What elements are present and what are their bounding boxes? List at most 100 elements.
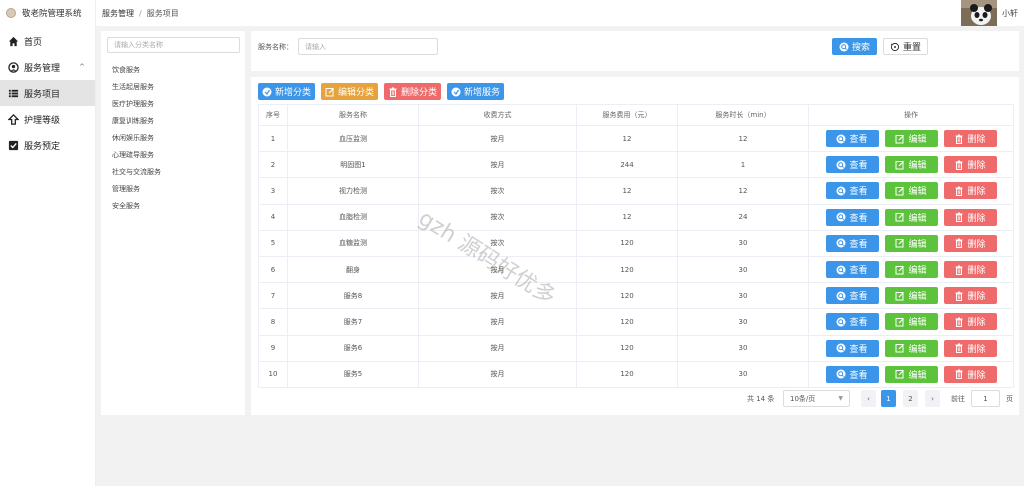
sidebar-item-care-level[interactable]: 护理等级 [0,106,95,132]
delete-button[interactable]: 删除 [943,339,997,357]
view-button[interactable]: 查看 [825,313,879,331]
delete-label: 删除 [967,213,986,224]
add-service-label: 新增服务 [464,88,501,98]
sidebar-item-service-booking[interactable]: 服务预定 [0,132,95,158]
goto-page-input[interactable] [971,390,1000,407]
category-item[interactable]: 心理疏导服务 [112,147,161,164]
view-button[interactable]: 查看 [825,287,879,305]
avatar[interactable] [961,0,997,26]
table-row: 9 服务6 按月 120 30 查看 编辑 删除 [258,334,1014,362]
trash-icon [954,238,964,249]
delete-button[interactable]: 删除 [943,313,997,331]
delete-button[interactable]: 删除 [943,156,997,174]
sidebar: 敬老院管理系统 首页 服务管理 ^ 服务项目 护理等级 服务预定 [0,0,96,486]
edit-button[interactable]: 编辑 [884,313,938,331]
top-bar: 服务管理 / 服务项目 [96,0,1024,26]
edit-button[interactable]: 编辑 [884,156,938,174]
cell-charge-method: 按月 [418,151,577,179]
view-button[interactable]: 查看 [825,130,879,148]
chevron-right-icon: › [931,394,934,403]
edit-button[interactable]: 编辑 [884,339,938,357]
delete-category-button[interactable]: 删除分类 [384,83,442,100]
delete-category-label: 删除分类 [401,88,438,98]
category-item[interactable]: 安全服务 [112,198,161,215]
sidebar-item-service-management[interactable]: 服务管理 ^ [0,54,95,80]
delete-button[interactable]: 删除 [943,130,997,148]
table-row: 1 血压监测 按月 12 12 查看 编辑 删除 [258,124,1014,153]
delete-button[interactable]: 删除 [943,287,997,305]
cell-fee: 12 [576,124,678,153]
add-category-button[interactable]: 新增分类 [258,83,316,100]
table-row: 2 明固图1 按月 244 1 查看 编辑 删除 [258,151,1014,179]
category-list: 饮食服务 生活起居服务 医疗护理服务 康复训练服务 休闲娱乐服务 心理疏导服务 … [112,62,161,215]
search-icon [836,291,846,301]
category-item[interactable]: 生活起居服务 [112,79,161,96]
category-item[interactable]: 管理服务 [112,181,161,198]
view-button[interactable]: 查看 [825,261,879,279]
edit-button[interactable]: 编辑 [884,365,938,383]
next-page-button[interactable]: › [925,390,940,407]
delete-label: 删除 [967,239,986,250]
arrow-up-icon [8,113,19,125]
edit-button[interactable]: 编辑 [884,130,938,148]
add-service-button[interactable]: 新增服务 [447,83,505,100]
view-button[interactable]: 查看 [825,339,879,357]
col-header-charge-method: 收费方式 [418,104,577,126]
view-button[interactable]: 查看 [825,208,879,226]
edit-button[interactable]: 编辑 [884,261,938,279]
reset-button[interactable]: 重置 [883,38,928,55]
cell-fee: 12 [576,177,678,205]
sidebar-item-label: 服务项目 [24,89,61,100]
delete-label: 删除 [967,135,986,146]
sidebar-item-home[interactable]: 首页 [0,28,95,54]
page-button-1[interactable]: 1 [881,390,896,407]
delete-button[interactable]: 删除 [943,365,997,383]
view-button[interactable]: 查看 [825,234,879,252]
category-item[interactable]: 休闲娱乐服务 [112,130,161,147]
cell-duration: 30 [677,308,809,336]
trash-icon [954,317,964,327]
prev-page-button[interactable]: ‹ [861,390,876,407]
cell-charge-method: 按月 [418,308,577,336]
cell-fee: 120 [576,334,678,362]
edit-label: 编辑 [908,187,927,198]
category-item[interactable]: 饮食服务 [112,62,161,79]
edit-button[interactable]: 编辑 [884,182,938,200]
cell-actions: 查看 编辑 删除 [808,334,1014,362]
page-size-select[interactable]: 10条/页 ▼ [783,390,850,407]
service-name-input[interactable] [298,38,438,55]
edit-button[interactable]: 编辑 [884,287,938,305]
user-name[interactable]: 小轩 [1002,8,1018,19]
filter-panel: 服务名称： 搜索 重置 [251,31,1019,71]
sidebar-item-service-items[interactable]: 服务项目 [0,80,95,106]
category-search-input[interactable] [107,37,240,53]
category-item[interactable]: 医疗护理服务 [112,96,161,113]
category-item[interactable]: 康复训练服务 [112,113,161,130]
view-button[interactable]: 查看 [825,156,879,174]
cell-service-name: 服务7 [287,308,419,336]
page-button-2[interactable]: 2 [903,390,918,407]
edit-button[interactable]: 编辑 [884,234,938,252]
delete-button[interactable]: 删除 [943,182,997,200]
edit-category-button[interactable]: 编辑分类 [321,83,379,100]
logo-icon [6,8,16,18]
breadcrumb-parent[interactable]: 服务管理 [102,9,134,18]
view-button[interactable]: 查看 [825,182,879,200]
cell-actions: 查看 编辑 删除 [808,177,1014,205]
logo-row: 敬老院管理系统 [0,0,95,26]
edit-button[interactable]: 编辑 [884,208,938,226]
delete-button[interactable]: 删除 [943,234,997,252]
delete-button[interactable]: 删除 [943,208,997,226]
search-button[interactable]: 搜索 [832,38,877,55]
service-table-wrap: 序号 服务名称 收费方式 服务费用（元） 服务时长（min） 操作 1 血压监测按… [258,104,1014,388]
category-item[interactable]: 社交与交流服务 [112,164,161,181]
col-header-service-name: 服务名称 [287,104,419,126]
breadcrumb: 服务管理 / 服务项目 [102,8,179,19]
edit-label: 编辑 [908,370,927,381]
cell-service-name: 血压监测 [287,124,419,153]
view-button[interactable]: 查看 [825,365,879,383]
delete-button[interactable]: 删除 [943,261,997,279]
edit-category-label: 编辑分类 [338,88,375,98]
trash-icon [954,134,964,144]
cell-service-name: 服务5 [287,360,419,388]
